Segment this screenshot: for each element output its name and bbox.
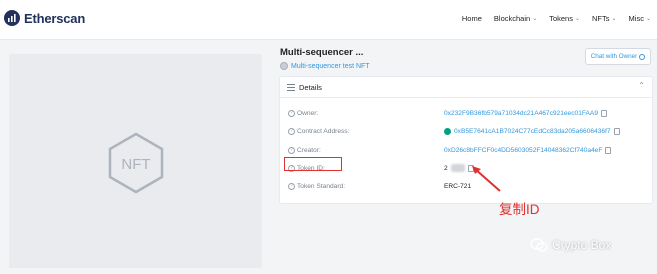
- detail-value: 0xB5E7641cA1B7024C77cEdCc83da205a6606436…: [444, 127, 620, 135]
- creator-label: Creator:: [297, 146, 321, 154]
- detail-label: ? Contract Address:: [288, 127, 350, 135]
- nft-placeholder-icon: NFT: [108, 132, 164, 194]
- watermark-text: Crypto Box: [552, 238, 612, 252]
- token-standard-label: Token Standard:: [297, 182, 346, 190]
- chat-bubble-icon: [639, 53, 646, 60]
- red-arrow-icon: [472, 166, 501, 192]
- contract-address-link[interactable]: 0xB5E7641cA1B7024C77cEdCc83da205a6606436…: [454, 128, 611, 135]
- question-icon: ?: [288, 182, 295, 190]
- details-card: Details ⌃ ? Owner: 0x232F9B36fb579a71034d…: [279, 76, 653, 204]
- annotation-text: 复制ID: [499, 202, 540, 217]
- verified-check-icon: [444, 127, 451, 135]
- nav-home-label: Home: [461, 14, 482, 23]
- chevron-down-icon: ⌄: [611, 16, 617, 22]
- nav-blockchain-label: Blockchain: [493, 14, 531, 23]
- main-nav: Home Blockchain ⌄ Tokens ⌄ NFTs ⌄ Misc ⌄: [462, 14, 651, 23]
- watermark: Crypto Box: [530, 238, 611, 252]
- nav-nfts[interactable]: NFTs ⌄: [592, 14, 617, 23]
- etherscan-logo[interactable]: Etherscan: [4, 10, 85, 26]
- collection-link[interactable]: Multi-sequencer test NFT: [280, 62, 370, 70]
- copy-icon[interactable]: [600, 109, 607, 117]
- detail-value: ERC-721: [444, 183, 471, 190]
- details-header[interactable]: Details ⌃: [280, 77, 652, 98]
- collection-icon: [280, 62, 288, 70]
- nav-tokens[interactable]: Tokens ⌄: [549, 14, 580, 23]
- chevron-down-icon: ⌄: [645, 16, 651, 22]
- details-title: Details: [299, 82, 322, 92]
- detail-value: 0x232F9B36fb579a71034dc21A467c921eec01FA…: [444, 109, 607, 117]
- brand-name: Etherscan: [24, 10, 86, 26]
- nft-image-panel[interactable]: NFT: [9, 54, 262, 268]
- nav-misc[interactable]: Misc ⌄: [629, 14, 651, 23]
- collection-name: Multi-sequencer test NFT: [291, 62, 370, 70]
- nav-home[interactable]: Home: [462, 14, 482, 23]
- etherscan-logo-icon: [4, 10, 20, 26]
- detail-label: ? Token Standard:: [288, 182, 346, 190]
- detail-value: 0xD26c8bFFCF0c4DD5603052F14048362Cf740a4…: [444, 146, 612, 154]
- nft-title: Multi-sequencer ...: [280, 47, 364, 58]
- chevron-up-icon: ⌃: [638, 81, 645, 90]
- token-id-value: 2: [444, 164, 448, 172]
- nft-title-block: Multi-sequencer ... Multi-sequencer test…: [280, 47, 370, 70]
- nav-nfts-label: NFTs: [592, 14, 610, 23]
- detail-row-contract: ? Contract Address: 0xB5E7641cA1B7024C77c…: [288, 125, 646, 137]
- blurred-value: [450, 164, 465, 172]
- token-id-highlight-box: [284, 157, 342, 171]
- token-standard-value: ERC-721: [444, 182, 472, 190]
- chevron-down-icon: ⌄: [574, 16, 581, 22]
- detail-row-owner: ? Owner: 0x232F9B36fb579a71034dc21A467c92…: [288, 107, 646, 119]
- nav-blockchain[interactable]: Blockchain ⌄: [494, 14, 537, 23]
- detail-label: ? Owner:: [288, 109, 319, 117]
- list-icon: [287, 83, 295, 91]
- detail-row-token-standard: ? Token Standard: ERC-721: [288, 180, 646, 192]
- question-icon: ?: [288, 146, 295, 154]
- question-icon: ?: [288, 127, 295, 135]
- nav-misc-label: Misc: [628, 14, 644, 23]
- owner-label: Owner:: [297, 109, 319, 117]
- copy-icon[interactable]: [613, 127, 620, 135]
- owner-address-link[interactable]: 0x232F9B36fb579a71034dc21A467c921eec01FA…: [444, 110, 598, 117]
- copy-icon[interactable]: [605, 146, 612, 154]
- chat-button-label: Chat with Owner: [590, 53, 638, 60]
- wechat-icon: [530, 238, 548, 252]
- chat-with-owner-button[interactable]: Chat with Owner: [585, 48, 651, 65]
- nav-tokens-label: Tokens: [549, 14, 573, 23]
- top-navbar: Etherscan Home Blockchain ⌄ Tokens ⌄ NFTs ⌄…: [0, 0, 657, 40]
- contract-label: Contract Address:: [297, 127, 350, 135]
- detail-label: ? Creator:: [288, 146, 321, 154]
- creator-address-link[interactable]: 0xD26c8bFFCF0c4DD5603052F14048362Cf740a4…: [444, 147, 602, 154]
- nft-placeholder-text: NFT: [121, 156, 150, 173]
- question-icon: ?: [288, 109, 295, 117]
- detail-row-creator: ? Creator: 0xD26c8bFFCF0c4DD5603052F14048…: [288, 144, 646, 156]
- chevron-down-icon: ⌄: [532, 16, 538, 22]
